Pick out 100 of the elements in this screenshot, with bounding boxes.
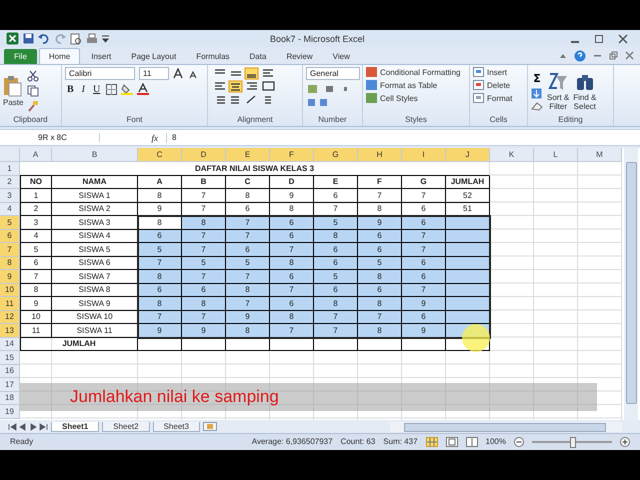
row-header[interactable]: 2 bbox=[0, 176, 20, 189]
page-break-icon[interactable] bbox=[466, 436, 478, 446]
close-icon[interactable] bbox=[625, 51, 634, 60]
borders-icon[interactable] bbox=[106, 84, 118, 94]
zoom-out-icon[interactable] bbox=[514, 436, 524, 446]
scissors-icon[interactable] bbox=[27, 70, 40, 82]
column-header[interactable]: L bbox=[534, 148, 578, 162]
cells-menu-button[interactable]: Format bbox=[473, 93, 524, 103]
column-header[interactable]: E bbox=[226, 148, 270, 162]
row-header[interactable]: 9 bbox=[0, 270, 20, 284]
row-header[interactable]: 8 bbox=[0, 256, 20, 270]
restore-icon[interactable] bbox=[609, 51, 618, 60]
row-header[interactable]: 7 bbox=[0, 243, 20, 256]
column-header[interactable]: D bbox=[182, 148, 226, 162]
empty-cell[interactable] bbox=[358, 338, 402, 351]
customize-icon[interactable] bbox=[102, 34, 109, 44]
collapse-ribbon-icon[interactable] bbox=[559, 52, 567, 60]
styles-menu-button[interactable]: Conditional Formatting bbox=[366, 67, 466, 77]
column-header[interactable]: H bbox=[358, 148, 402, 162]
ribbon-tab[interactable]: Page Layout bbox=[122, 49, 186, 64]
insert-function-button[interactable]: fx bbox=[130, 132, 167, 142]
row-header[interactable]: 10 bbox=[0, 284, 20, 297]
excel-logo-icon[interactable] bbox=[6, 32, 19, 45]
zoom-slider-thumb[interactable] bbox=[570, 436, 576, 448]
sheet-tab[interactable]: Sheet3 bbox=[152, 422, 200, 432]
find-select-button[interactable]: Find & Select bbox=[573, 72, 596, 110]
empty-cell[interactable] bbox=[314, 338, 358, 351]
maximize-icon[interactable] bbox=[594, 34, 604, 44]
horizontal-scrollbar[interactable] bbox=[390, 422, 622, 432]
ribbon-tab[interactable]: Review bbox=[277, 49, 322, 64]
print-preview-icon[interactable] bbox=[70, 32, 82, 44]
shrink-font-icon[interactable] bbox=[189, 68, 199, 78]
font-style-button[interactable]: U bbox=[91, 84, 102, 94]
row-header[interactable]: 13 bbox=[0, 324, 20, 338]
eraser-icon[interactable] bbox=[531, 102, 543, 110]
ribbon-tab[interactable]: Formulas bbox=[187, 49, 239, 64]
formula-field[interactable]: 8 bbox=[167, 133, 176, 142]
ribbon-tab[interactable]: View bbox=[324, 49, 359, 64]
column-header[interactable]: M bbox=[578, 148, 622, 162]
row-header[interactable]: 17 bbox=[0, 378, 20, 392]
row-header[interactable]: 16 bbox=[0, 364, 20, 378]
ribbon-tab[interactable]: Home bbox=[38, 48, 80, 64]
save-icon[interactable] bbox=[23, 33, 34, 44]
empty-cell[interactable] bbox=[402, 338, 446, 351]
file-tab[interactable]: File bbox=[4, 49, 37, 64]
row-header[interactable]: 5 bbox=[0, 216, 20, 230]
empty-cell[interactable] bbox=[270, 338, 314, 351]
column-header[interactable]: C bbox=[138, 148, 182, 162]
empty-cell[interactable] bbox=[138, 338, 182, 351]
column-header[interactable]: K bbox=[490, 148, 534, 162]
column-header[interactable]: A bbox=[20, 148, 52, 162]
help-icon[interactable] bbox=[574, 50, 586, 62]
sheet-tab[interactable]: Sheet1 bbox=[51, 422, 100, 432]
row-header[interactable]: 14 bbox=[0, 338, 20, 351]
undo-icon[interactable] bbox=[38, 34, 50, 44]
zoom-in-icon[interactable] bbox=[620, 436, 630, 446]
grow-font-icon[interactable] bbox=[173, 68, 185, 79]
ribbon-tab[interactable]: Insert bbox=[82, 49, 120, 64]
insert-sheet-icon[interactable] bbox=[202, 422, 217, 431]
font-style-button[interactable]: B bbox=[65, 84, 76, 94]
font-style-button[interactable]: I bbox=[80, 84, 88, 94]
styles-menu-button[interactable]: Format as Table bbox=[366, 80, 466, 90]
font-size-field[interactable]: 11 bbox=[139, 67, 169, 80]
column-header[interactable]: J bbox=[446, 148, 490, 162]
close-icon[interactable] bbox=[618, 34, 628, 44]
name-box[interactable]: 9R x 8C bbox=[0, 133, 100, 142]
normal-view-icon[interactable] bbox=[426, 436, 438, 446]
row-header[interactable]: 18 bbox=[0, 392, 20, 405]
row-header[interactable]: 15 bbox=[0, 351, 20, 364]
column-header[interactable]: F bbox=[270, 148, 314, 162]
sheet-navigation-icon[interactable] bbox=[8, 422, 48, 430]
row-header[interactable]: 3 bbox=[0, 189, 20, 202]
row-header[interactable]: 11 bbox=[0, 297, 20, 310]
font-color-icon[interactable] bbox=[137, 83, 150, 95]
row-header[interactable]: 1 bbox=[0, 162, 20, 176]
column-header[interactable]: G bbox=[314, 148, 358, 162]
zoom-level[interactable]: 100% bbox=[486, 437, 506, 446]
row-header[interactable]: 19 bbox=[0, 405, 20, 418]
ribbon-tab[interactable]: Data bbox=[240, 49, 276, 64]
column-header[interactable]: I bbox=[402, 148, 446, 162]
cells-menu-button[interactable]: Insert bbox=[473, 67, 524, 77]
column-header[interactable]: B bbox=[52, 148, 138, 162]
cells-menu-button[interactable]: Delete bbox=[473, 80, 524, 90]
empty-cell[interactable] bbox=[182, 338, 226, 351]
paste-button[interactable]: Paste bbox=[3, 75, 24, 107]
copy-icon[interactable] bbox=[27, 85, 40, 97]
row-header[interactable]: 6 bbox=[0, 230, 20, 243]
font-name-field[interactable]: Calibri bbox=[65, 67, 135, 80]
autosum-button[interactable]: Σ bbox=[531, 72, 543, 84]
page-layout-icon[interactable] bbox=[446, 436, 458, 446]
row-header[interactable]: 12 bbox=[0, 310, 20, 324]
fill-down-icon[interactable] bbox=[531, 88, 542, 98]
brush-icon[interactable] bbox=[27, 100, 40, 112]
styles-menu-button[interactable]: Cell Styles bbox=[366, 93, 466, 103]
sheet-tab[interactable]: Sheet2 bbox=[102, 422, 150, 432]
empty-cell[interactable] bbox=[226, 338, 270, 351]
printer-icon[interactable] bbox=[86, 32, 98, 44]
sort-filter-button[interactable]: Sort & Filter bbox=[547, 72, 570, 110]
row-header[interactable]: 4 bbox=[0, 202, 20, 216]
vertical-scrollbar[interactable] bbox=[624, 148, 638, 420]
